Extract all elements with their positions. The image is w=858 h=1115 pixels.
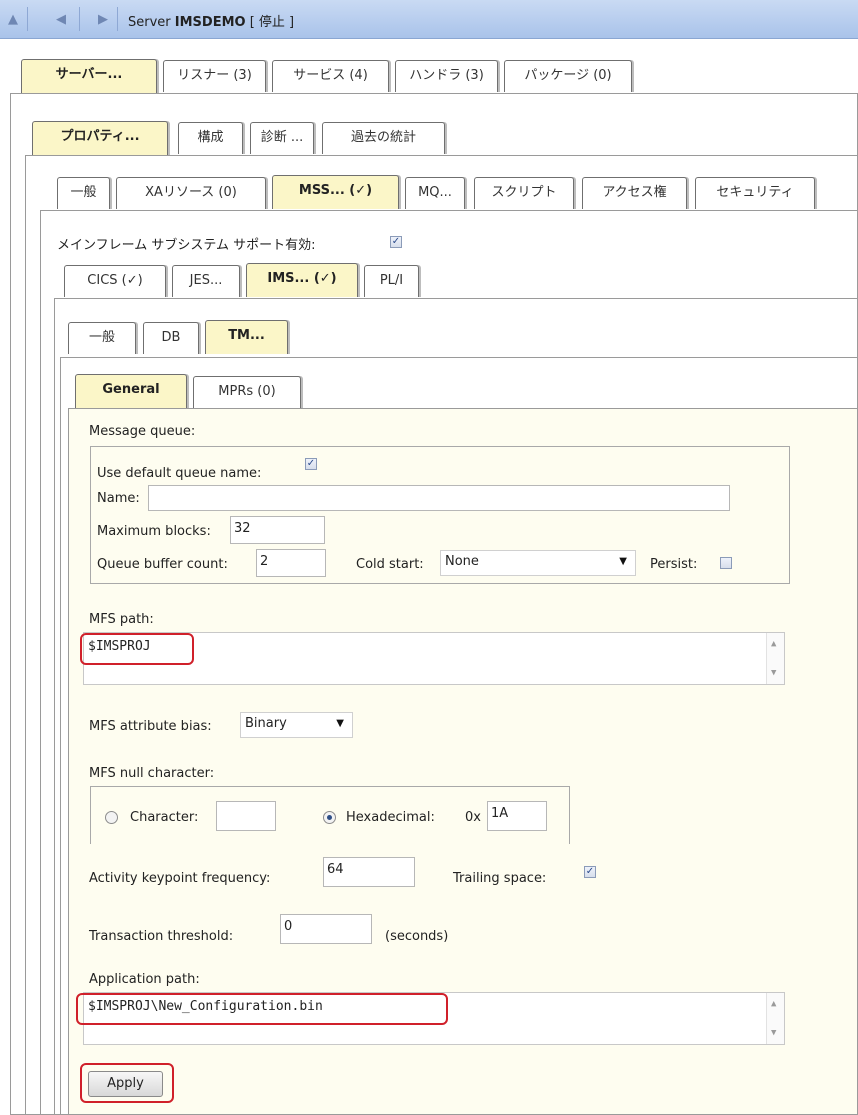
tab-jes[interactable]: JES... (172, 265, 240, 297)
tab-handler[interactable]: ハンドラ (3) (395, 60, 498, 92)
cold-start-label: Cold start: (356, 557, 424, 572)
tab-mss[interactable]: MSS... (✓) (272, 175, 399, 209)
use-default-queue-checkbox[interactable]: ✓ (305, 458, 317, 470)
use-default-queue-label: Use default queue name: (97, 466, 262, 481)
tab-server[interactable]: サーバー... (21, 59, 157, 93)
scroll-down-arrow-icon[interactable]: ▼ (771, 668, 776, 678)
persist-checkbox[interactable] (720, 557, 732, 569)
tab-ims[interactable]: IMS... (✓) (246, 263, 358, 297)
tab-tm[interactable]: TM... (205, 320, 288, 354)
character-radio[interactable] (105, 811, 118, 824)
scroll-up-arrow-icon[interactable]: ▲ (771, 999, 776, 1009)
tab-mprs[interactable]: MPRs (0) (193, 376, 301, 408)
tab-listener[interactable]: リスナー (3) (163, 60, 266, 92)
hexadecimal-input[interactable]: 1A (487, 801, 547, 831)
hex-prefix-label: 0x (465, 810, 481, 825)
nav-back-icon[interactable]: ◀ (50, 10, 72, 30)
mfs-path-highlight (80, 633, 194, 665)
server-name: IMSDEMO (174, 15, 246, 30)
scroll-up-arrow-icon[interactable]: ▲ (771, 639, 776, 649)
nav-up-icon[interactable]: ▲ (2, 10, 24, 30)
apply-button-highlight (80, 1063, 174, 1103)
tab-properties[interactable]: プロパティ... (32, 121, 168, 155)
scroll-down-arrow-icon[interactable]: ▼ (771, 1028, 776, 1038)
tab-pli[interactable]: PL/I (364, 265, 419, 297)
tab-package[interactable]: パッケージ (0) (504, 60, 632, 92)
transaction-threshold-label: Transaction threshold: (89, 929, 234, 944)
title-prefix: Server (128, 15, 175, 30)
nav-forward-icon[interactable]: ▶ (92, 10, 114, 30)
tab-access-rights[interactable]: アクセス権 (582, 177, 687, 209)
window-title: Server IMSDEMO [ 停止 ] (128, 11, 294, 30)
tab-service[interactable]: サービス (4) (272, 60, 389, 92)
mfs-path-scrollbar[interactable]: ▲ ▼ (766, 633, 784, 684)
title-bar: ▲ ◀ ▶ Server IMSDEMO [ 停止 ] (0, 0, 858, 39)
character-input[interactable] (216, 801, 276, 831)
tab-db[interactable]: DB (143, 322, 199, 354)
nav-separator (27, 7, 28, 31)
hexadecimal-radio[interactable] (323, 811, 336, 824)
application-path-scrollbar[interactable]: ▲ ▼ (766, 993, 784, 1044)
trailing-space-label: Trailing space: (453, 871, 547, 886)
tab-history-statistics[interactable]: 過去の統計 (322, 122, 445, 154)
server-status: [ 停止 ] (245, 15, 295, 30)
activity-keypoint-label: Activity keypoint frequency: (89, 871, 271, 886)
mfs-path-label: MFS path: (89, 612, 154, 627)
application-path-label: Application path: (89, 972, 200, 987)
dropdown-arrow-icon: ▼ (336, 718, 344, 729)
queue-name-input[interactable] (148, 485, 730, 511)
mfs-attribute-bias-value: Binary (245, 716, 287, 731)
tab-configuration[interactable]: 構成 (178, 122, 243, 154)
character-label: Character: (130, 810, 199, 825)
tab-general-level3[interactable]: 一般 (57, 177, 110, 209)
queue-name-label: Name: (97, 491, 140, 506)
mainframe-support-label: メインフレーム サブシステム サポート有効: (57, 238, 316, 253)
queue-buffer-count-label: Queue buffer count: (97, 557, 228, 572)
hexadecimal-label: Hexadecimal: (346, 810, 435, 825)
mfs-attribute-bias-label: MFS attribute bias: (89, 719, 212, 734)
transaction-threshold-unit: (seconds) (385, 929, 449, 944)
mfs-null-character-label: MFS null character: (89, 766, 215, 781)
mainframe-support-checkbox[interactable]: ✓ (390, 236, 402, 248)
trailing-space-checkbox[interactable]: ✓ (584, 866, 596, 878)
persist-label: Persist: (650, 557, 698, 572)
cold-start-value: None (445, 554, 479, 569)
transaction-threshold-input[interactable]: 0 (280, 914, 372, 944)
tab-diagnostics[interactable]: 診断 ... (250, 122, 314, 154)
maximum-blocks-input[interactable]: 32 (230, 516, 325, 544)
tab-general-level5[interactable]: 一般 (68, 322, 136, 354)
nav-separator (79, 7, 80, 31)
tab-xa-resources[interactable]: XAリソース (0) (116, 177, 266, 209)
tab-mq[interactable]: MQ... (405, 177, 465, 209)
activity-keypoint-input[interactable]: 64 (323, 857, 415, 887)
message-queue-label: Message queue: (89, 424, 196, 439)
tab-script[interactable]: スクリプト (474, 177, 574, 209)
check-icon: ✓ (306, 458, 316, 469)
tab-general[interactable]: General (75, 374, 187, 408)
maximum-blocks-label: Maximum blocks: (97, 524, 211, 539)
mfs-attribute-bias-select[interactable]: Binary ▼ (240, 712, 353, 738)
tab-cics[interactable]: CICS (✓) (64, 265, 166, 297)
check-icon: ✓ (391, 236, 401, 247)
queue-buffer-count-input[interactable]: 2 (256, 549, 326, 577)
application-path-highlight (76, 993, 448, 1025)
tab-security[interactable]: セキュリティ (695, 177, 815, 209)
cold-start-select[interactable]: None ▼ (440, 550, 636, 576)
check-icon: ✓ (585, 866, 595, 877)
nav-separator (117, 7, 118, 31)
dropdown-arrow-icon: ▼ (619, 556, 627, 567)
